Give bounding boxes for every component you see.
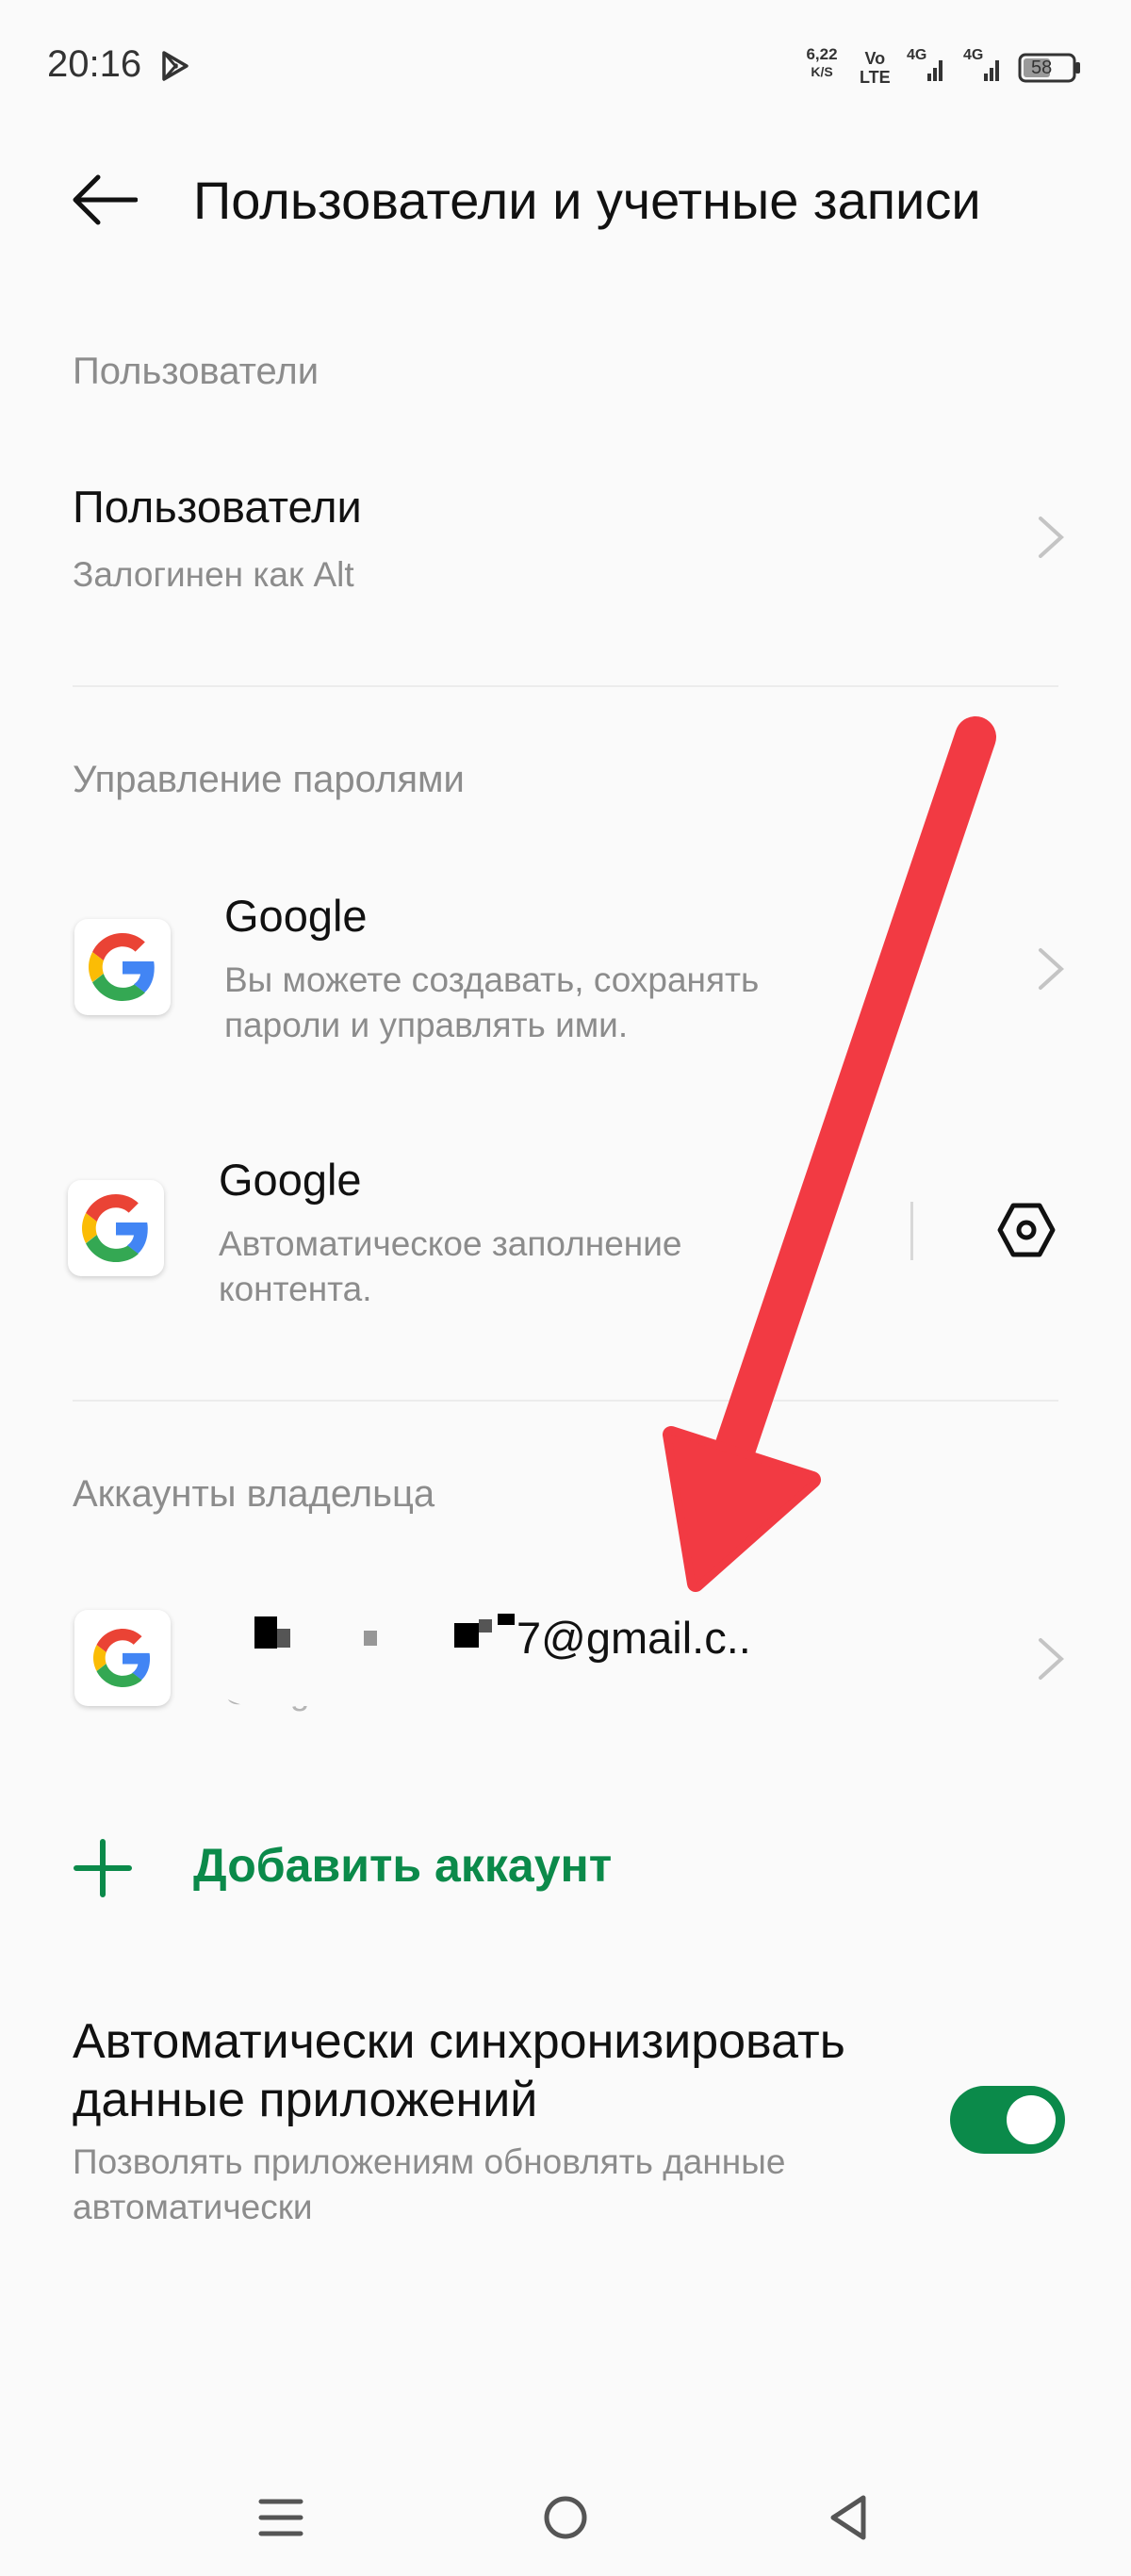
google-account-item[interactable]: Google 7@gmail.c.. [0, 1565, 1131, 1734]
signal-icon [927, 60, 942, 81]
google-autofill-item[interactable]: Google Автоматическое заполнение контент… [0, 1140, 886, 1320]
chevron-right-icon [1039, 1638, 1064, 1680]
network-speed: 6,22 K/S [803, 45, 841, 81]
back-arrow-icon[interactable] [70, 170, 138, 230]
play-store-icon [162, 51, 188, 81]
home-icon[interactable] [533, 2485, 598, 2551]
battery-level: 58 [1031, 57, 1053, 78]
volte-indicator: Vo LTE [860, 49, 891, 87]
status-time: 20:16 [47, 43, 142, 85]
back-triangle-icon[interactable] [816, 2485, 882, 2551]
users-item-title: Пользователи [73, 482, 362, 532]
battery-icon: 58 [1018, 52, 1082, 84]
google-autofill-title: Google [219, 1155, 362, 1205]
google-logo-icon [68, 1180, 164, 1276]
google-logo-icon [74, 1610, 171, 1706]
auto-sync-title: Автоматически синхронизировать данные пр… [73, 2014, 845, 2127]
auto-sync-subtitle: Позволять приложениям обновлять данные а… [73, 2142, 786, 2226]
divider [73, 1400, 1058, 1402]
plus-icon[interactable] [73, 1838, 133, 1898]
menu-icon[interactable] [248, 2485, 314, 2551]
auto-sync-toggle[interactable] [950, 2086, 1065, 2154]
google-autofill-subtitle: Автоматическое заполнение контента. [219, 1224, 682, 1308]
users-item-subtitle: Залогинен как Alt [73, 555, 354, 594]
google-password-subtitle: Вы можете создавать, сохранять пароли и … [224, 960, 760, 1044]
users-section-header: Пользователи [73, 351, 320, 392]
add-account-button[interactable]: Добавить аккаунт [193, 1838, 612, 1893]
page-title: Пользователи и учетные записи [193, 171, 981, 230]
volte-bottom: LTE [860, 68, 891, 87]
signal-icon-2 [984, 60, 999, 81]
google-password-manager-item[interactable]: Google Вы можете создавать, сохранять па… [0, 877, 1131, 1046]
google-account-email: 7@gmail.c.. [516, 1613, 751, 1663]
chevron-right-icon [1039, 948, 1064, 990]
network-speed-value: 6,22 [806, 45, 838, 63]
volte-top: Vo [864, 49, 886, 68]
gear-icon[interactable] [993, 1197, 1059, 1263]
google-logo-icon [74, 919, 171, 1015]
divider [73, 685, 1058, 687]
google-password-title: Google [224, 891, 368, 941]
passwords-section-header: Управление паролями [73, 759, 465, 800]
vertical-separator [910, 1202, 913, 1260]
toggle-knob [1007, 2095, 1056, 2144]
users-item[interactable]: Пользователи Залогинен как Alt [0, 462, 1131, 613]
owner-accounts-section-header: Аккаунты владельца [73, 1473, 435, 1515]
network-speed-unit: K/S [811, 64, 833, 79]
chevron-right-icon [1039, 517, 1064, 558]
